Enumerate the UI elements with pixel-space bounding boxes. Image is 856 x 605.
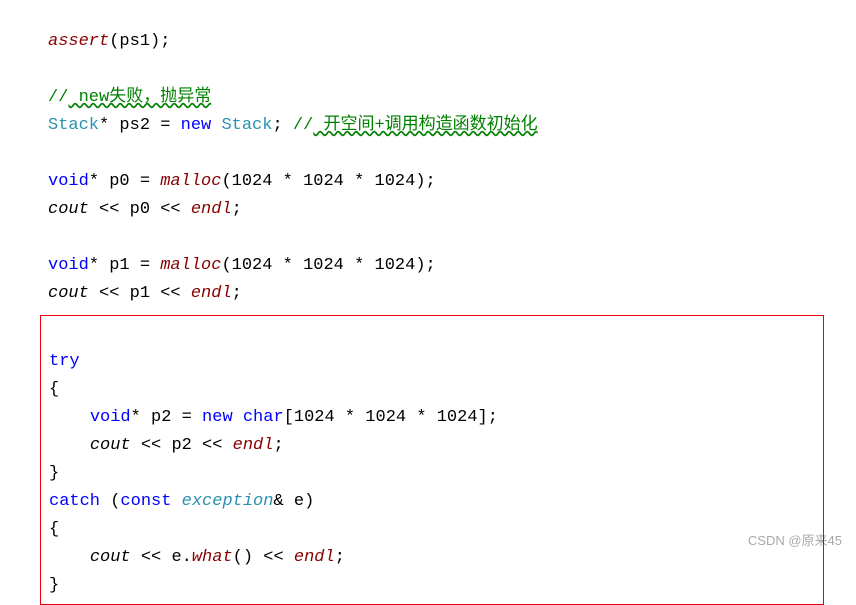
paren-open: ( (110, 492, 120, 511)
ident-p0: p0 (109, 172, 129, 191)
paren-close: ) (304, 492, 314, 511)
equals: = (160, 116, 170, 135)
ident-ps1: ps1 (119, 32, 150, 51)
type-exception: exception (182, 492, 274, 511)
op-lshift: << (99, 284, 119, 303)
op-lshift: << (263, 548, 283, 567)
semicolon: ; (232, 284, 242, 303)
kw-try: try (49, 352, 80, 371)
op-lshift: << (141, 436, 161, 455)
ident-ps2: ps2 (119, 116, 150, 135)
paren-close: ) (150, 32, 160, 51)
num-1024: 1024 (375, 172, 416, 191)
kw-new: new (202, 408, 233, 427)
brace-open: { (49, 380, 59, 399)
ident-p2: p2 (151, 408, 171, 427)
num-1024: 1024 (232, 256, 273, 275)
endl: endl (191, 200, 232, 219)
kw-void: void (48, 256, 89, 275)
semicolon: ; (426, 172, 436, 191)
ident-p0: p0 (130, 200, 150, 219)
endl: endl (233, 436, 274, 455)
assert-call: assert (48, 32, 109, 51)
endl: endl (294, 548, 335, 567)
dot: . (182, 548, 192, 567)
watermark: CSDN @原来45 (748, 530, 842, 551)
semicolon: ; (160, 32, 170, 51)
cout: cout (90, 548, 131, 567)
op-lshift: << (160, 284, 180, 303)
endl: endl (191, 284, 232, 303)
star: * (89, 256, 99, 275)
what-call: what (192, 548, 233, 567)
kw-catch: catch (49, 492, 100, 511)
num-1024: 1024 (303, 256, 344, 275)
code-block: assert(ps1); // new失败，抛异常 Stack* ps2 = n… (0, 0, 856, 309)
comment-slashes: // (48, 88, 68, 107)
ident-e: e (171, 548, 181, 567)
equals: = (182, 408, 192, 427)
star: * (283, 256, 293, 275)
try-catch-box: try { void* p2 = new char[1024 * 1024 * … (40, 315, 824, 605)
kw-new: new (181, 116, 212, 135)
malloc-call-2: malloc (160, 256, 221, 275)
semicolon: ; (273, 436, 283, 455)
star: * (354, 256, 364, 275)
ident-p2: p2 (171, 436, 191, 455)
equals: = (140, 256, 150, 275)
star: * (283, 172, 293, 191)
num-1024: 1024 (437, 408, 478, 427)
op-lshift: << (202, 436, 222, 455)
semicolon: ; (335, 548, 345, 567)
paren-open: ( (221, 256, 231, 275)
semicolon: ; (272, 116, 282, 135)
cout: cout (90, 436, 131, 455)
amp: & (273, 492, 283, 511)
kw-const: const (120, 492, 171, 511)
semicolon: ; (488, 408, 498, 427)
paren-open: ( (221, 172, 231, 191)
bracket-open: [ (284, 408, 294, 427)
kw-char: char (243, 408, 284, 427)
paren-close: ) (415, 256, 425, 275)
brace-close: } (49, 576, 59, 595)
paren-close: ) (415, 172, 425, 191)
ident-p1: p1 (109, 256, 129, 275)
comment-slashes-2: // (293, 116, 313, 135)
ident-e: e (294, 492, 304, 511)
cout: cout (48, 284, 89, 303)
star: * (354, 172, 364, 191)
star: * (89, 172, 99, 191)
star: * (345, 408, 355, 427)
star: * (416, 408, 426, 427)
op-lshift: << (160, 200, 180, 219)
num-1024: 1024 (375, 256, 416, 275)
semicolon: ; (426, 256, 436, 275)
comment-open-space: 开空间+调用构造函数初始化 (313, 116, 537, 135)
type-stack: Stack (48, 116, 99, 135)
ident-p1: p1 (130, 284, 150, 303)
paren-close: ) (243, 548, 253, 567)
op-lshift: << (99, 200, 119, 219)
semicolon: ; (232, 200, 242, 219)
kw-void: void (90, 408, 131, 427)
paren-open: ( (233, 548, 243, 567)
num-1024: 1024 (294, 408, 335, 427)
op-lshift: << (141, 548, 161, 567)
bracket-close: ] (478, 408, 488, 427)
num-1024: 1024 (365, 408, 406, 427)
comment-new-fail: new失败，抛异常 (68, 88, 211, 107)
paren-open: ( (109, 32, 119, 51)
cout: cout (48, 200, 89, 219)
num-1024: 1024 (303, 172, 344, 191)
type-stack-2: Stack (221, 116, 272, 135)
num-1024: 1024 (232, 172, 273, 191)
brace-close: } (49, 464, 59, 483)
brace-open: { (49, 520, 59, 539)
malloc-call: malloc (160, 172, 221, 191)
star: * (99, 116, 109, 135)
equals: = (140, 172, 150, 191)
kw-void: void (48, 172, 89, 191)
star: * (131, 408, 141, 427)
